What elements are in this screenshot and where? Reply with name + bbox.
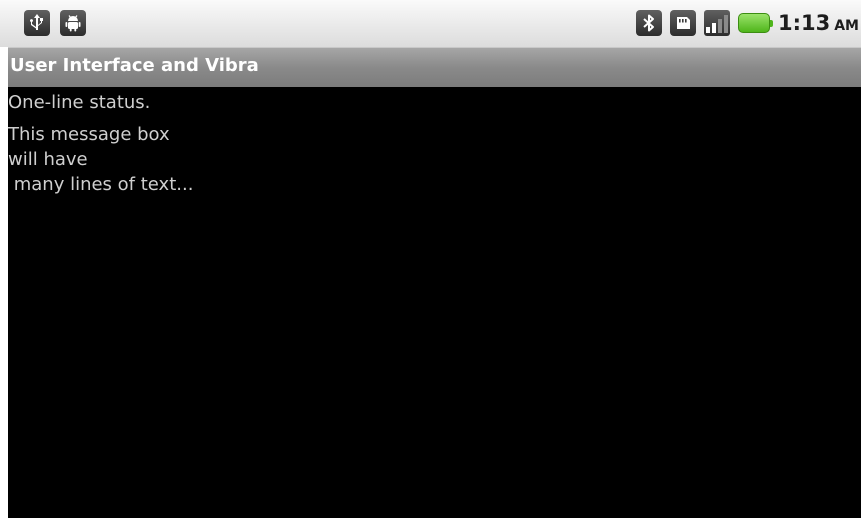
sd-card-icon — [669, 10, 696, 36]
usb-icon — [24, 10, 50, 36]
message-box: This message box will have many lines of… — [8, 124, 194, 195]
phone-screen: 1:13 AM User Interface and Vibra One-lin… — [0, 0, 861, 518]
clock: 1:13 AM — [778, 11, 861, 35]
screen-edge — [0, 47, 8, 518]
status-text: One-line status. — [8, 92, 151, 113]
system-icons: 1:13 AM — [635, 10, 861, 36]
clock-ampm: AM — [834, 18, 859, 34]
notification-icons — [24, 10, 86, 36]
app-title: User Interface and Vibra — [10, 55, 259, 76]
title-bar: User Interface and Vibra — [8, 47, 861, 87]
signal-icon — [703, 10, 730, 36]
status-bar: 1:13 AM — [0, 0, 861, 47]
bluetooth-icon — [635, 10, 662, 36]
android-debug-icon — [60, 10, 86, 36]
app-content: One-line status. This message box will h… — [8, 87, 861, 518]
clock-time: 1:13 — [777, 11, 831, 35]
battery-icon — [737, 13, 773, 33]
